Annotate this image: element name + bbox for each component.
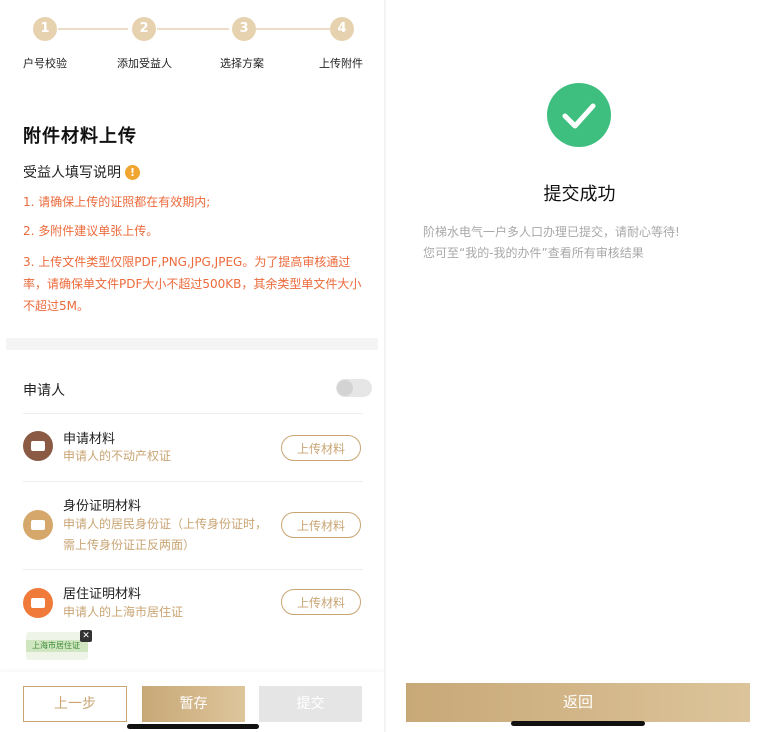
submit-button[interactable]: 提交 bbox=[259, 686, 362, 722]
material-3-desc: 申请人的上海市居住证 bbox=[63, 605, 184, 619]
id-card-icon bbox=[23, 510, 53, 540]
save-draft-button[interactable]: 暂存 bbox=[142, 686, 245, 722]
residence-permit-icon bbox=[23, 588, 53, 618]
note-2: 2. 多附件建议单张上传。 bbox=[23, 224, 159, 238]
note-3: 3. 上传文件类型仅限PDF,PNG,JPG,JPEG。为了提高审核通过率，请确… bbox=[23, 255, 362, 313]
note-1: 1. 请确保上传的证照都在有效期内; bbox=[23, 195, 211, 209]
upload-material-3-button[interactable]: 上传材料 bbox=[281, 589, 361, 615]
step-3-circle: 3 bbox=[232, 17, 256, 41]
toggle-knob bbox=[337, 380, 353, 396]
home-indicator bbox=[127, 724, 259, 729]
info-warning-icon[interactable]: ! bbox=[125, 165, 140, 180]
material-1-title: 申请材料 bbox=[63, 432, 116, 447]
instructions-title: 受益人填写说明 bbox=[23, 165, 121, 181]
stepper: 1 2 3 4 户号校验 添加受益人 选择方案 上传附件 bbox=[0, 14, 384, 74]
step-4-label: 上传附件 bbox=[319, 57, 363, 70]
success-screen: 提交成功 阶梯水电气一户多人口办理已提交，请耐心等待! 您可至“我的-我的办件”… bbox=[386, 0, 773, 732]
upload-screen: 1 2 3 4 户号校验 添加受益人 选择方案 上传附件 附件材料上传 受益人填… bbox=[0, 0, 384, 732]
prev-step-button[interactable]: 上一步 bbox=[23, 686, 127, 722]
success-message-line2: 您可至“我的-我的办件”查看所有审核结果 bbox=[423, 246, 644, 260]
step-connector bbox=[256, 28, 330, 30]
material-2-title: 身份证明材料 bbox=[63, 499, 142, 514]
section-divider bbox=[6, 338, 378, 350]
property-certificate-icon bbox=[23, 431, 53, 461]
step-4-circle: 4 bbox=[330, 17, 354, 41]
home-indicator bbox=[511, 721, 645, 726]
step-1-label: 户号校验 bbox=[23, 57, 67, 70]
thumbnail-text: 上海市居住证 bbox=[32, 641, 80, 650]
remove-file-icon[interactable]: ✕ bbox=[80, 630, 92, 642]
step-2-label: 添加受益人 bbox=[117, 57, 172, 70]
material-1-desc: 申请人的不动产权证 bbox=[63, 449, 172, 463]
checkmark-icon bbox=[562, 103, 596, 129]
page-title: 附件材料上传 bbox=[23, 126, 137, 147]
step-2-circle: 2 bbox=[132, 17, 156, 41]
success-title: 提交成功 bbox=[543, 184, 616, 205]
success-check-icon bbox=[547, 83, 611, 147]
row-divider bbox=[23, 481, 363, 482]
step-connector bbox=[58, 28, 128, 30]
success-message-line1: 阶梯水电气一户多人口办理已提交，请耐心等待! bbox=[423, 225, 680, 239]
uploaded-file-thumbnail[interactable]: 上海市居住证 bbox=[26, 632, 88, 660]
applicant-toggle[interactable] bbox=[336, 379, 372, 397]
instructions-heading: 受益人填写说明! bbox=[23, 162, 140, 182]
back-button[interactable]: 返回 bbox=[406, 683, 750, 722]
row-divider bbox=[23, 569, 363, 570]
row-divider bbox=[23, 413, 363, 414]
material-3-title: 居住证明材料 bbox=[63, 587, 142, 602]
upload-material-2-button[interactable]: 上传材料 bbox=[281, 512, 361, 538]
applicant-label: 申请人 bbox=[23, 383, 65, 399]
step-3-label: 选择方案 bbox=[220, 57, 264, 70]
step-connector bbox=[157, 28, 229, 30]
material-2-desc: 申请人的居民身份证（上传身份证时，需上传身份证正反两面） bbox=[63, 517, 268, 552]
step-1-circle: 1 bbox=[33, 17, 57, 41]
upload-material-1-button[interactable]: 上传材料 bbox=[281, 435, 361, 461]
